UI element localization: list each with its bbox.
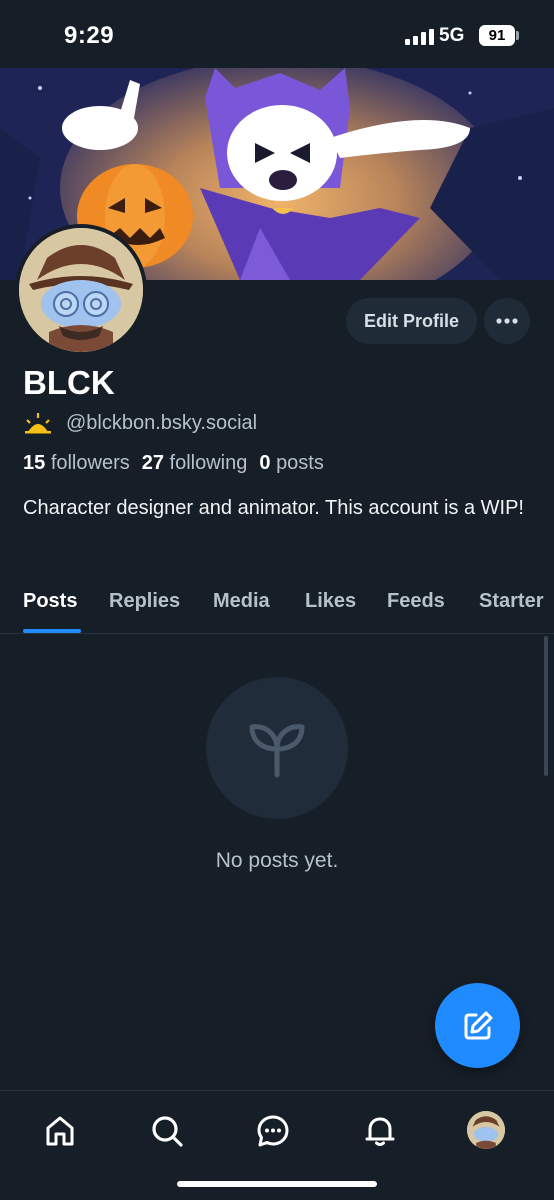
more-horizontal-icon [496, 318, 518, 324]
signal-icon [405, 29, 434, 45]
profile-handle[interactable]: @blckbon.bsky.social [66, 412, 257, 435]
active-tab-indicator [23, 629, 81, 633]
status-bar: 9:29 5G 91 [0, 0, 554, 68]
following-stat[interactable]: 27 following [142, 452, 248, 475]
posts-stat: 0 posts [259, 452, 324, 475]
empty-state-icon-container [206, 677, 348, 819]
search-icon [152, 1116, 183, 1147]
edit-profile-button[interactable]: Edit Profile [346, 298, 477, 344]
tab-feeds[interactable]: Feeds [387, 590, 445, 613]
profile-tabs: Posts Replies Media Likes Feeds Starter [0, 586, 554, 634]
following-count: 27 [141, 452, 164, 474]
bell-icon [365, 1117, 395, 1146]
sprout-icon [249, 724, 305, 778]
profile-screen: 9:29 5G 91 Edit Profile BLCK @blckbon.bs… [0, 0, 554, 1200]
followers-stat[interactable]: 15 followers [23, 452, 130, 475]
status-time: 9:29 [64, 22, 115, 49]
empty-state-message: No posts yet. [215, 849, 339, 872]
nav-home[interactable] [40, 1111, 80, 1151]
home-icon [46, 1116, 74, 1146]
followers-count: 15 [23, 452, 46, 474]
profile-avatar[interactable] [15, 224, 147, 356]
posts-label: posts [276, 452, 324, 474]
profile-stats: 15 followers 27 following 0 posts [23, 452, 324, 475]
avatar-artwork [19, 228, 143, 352]
nav-notifications[interactable] [360, 1111, 400, 1151]
home-indicator[interactable] [177, 1181, 377, 1187]
battery-tip [516, 31, 519, 40]
compose-icon [464, 1011, 492, 1039]
tab-media[interactable]: Media [213, 590, 270, 613]
tab-likes[interactable]: Likes [305, 590, 356, 613]
display-name: BLCK [23, 364, 115, 401]
following-label: following [169, 452, 248, 474]
profile-bio: Character designer and animator. This ac… [23, 497, 524, 519]
handle-row: @blckbon.bsky.social [23, 410, 257, 436]
nav-search[interactable] [147, 1111, 187, 1151]
tab-replies[interactable]: Replies [109, 590, 180, 613]
avatar [467, 1111, 505, 1149]
nav-profile-avatar[interactable] [467, 1111, 505, 1149]
tab-starter[interactable]: Starter [479, 590, 543, 613]
chat-icon [257, 1115, 289, 1147]
followers-label: followers [50, 452, 130, 474]
posts-count: 0 [259, 452, 271, 474]
sunrise-icon [25, 413, 51, 434]
network-label: 5G [439, 25, 465, 46]
compose-post-button[interactable] [435, 983, 520, 1068]
more-options-button[interactable] [484, 298, 530, 344]
nav-chat[interactable] [253, 1111, 293, 1151]
scrollbar[interactable] [544, 636, 548, 776]
tab-posts[interactable]: Posts [23, 590, 77, 613]
battery-icon: 91 [479, 25, 515, 46]
